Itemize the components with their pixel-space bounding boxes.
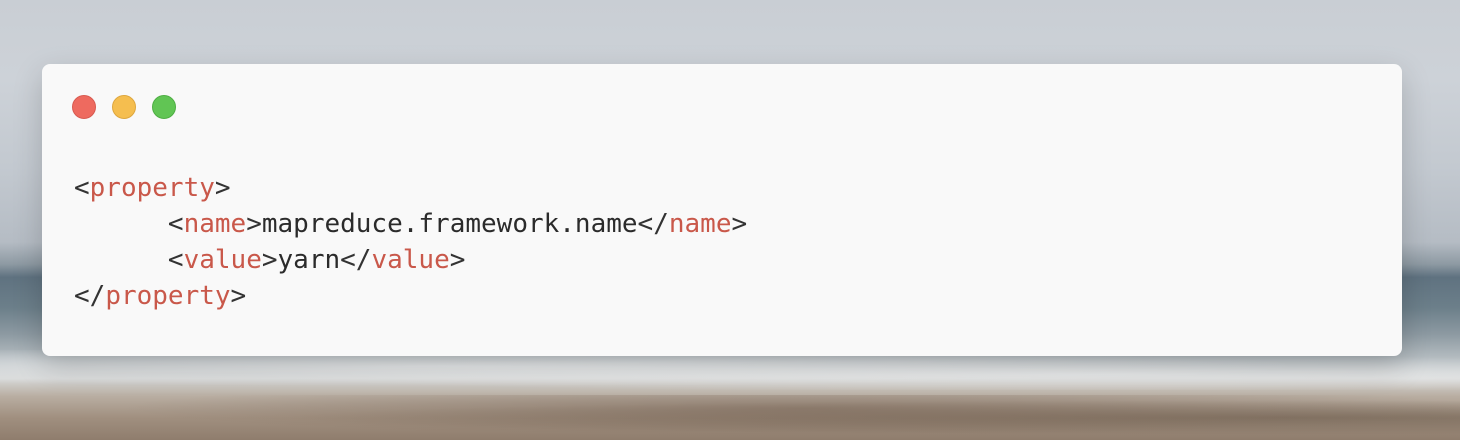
bracket: </ [74,281,106,311]
code-line: <property> [74,170,747,206]
xml-tag: name [668,209,732,239]
xml-tag: name [183,209,247,239]
code-line: </property> [74,278,747,314]
bracket: < [167,209,184,239]
bracket: > [214,173,231,203]
bracket: </ [340,245,372,275]
xml-tag: value [183,245,262,275]
bracket: < [167,245,184,275]
window-controls [72,95,176,119]
xml-value: mapreduce.framework.name [261,209,638,239]
xml-value: yarn [277,245,341,275]
xml-tag: property [105,281,231,311]
xml-tag: value [371,245,450,275]
code-line: <value>yarn</value> [74,242,747,278]
bracket: </ [637,209,669,239]
code-window: <property> <name>mapreduce.framework.nam… [42,64,1402,356]
bracket: > [731,209,748,239]
bracket: > [261,245,278,275]
code-block: <property> <name>mapreduce.framework.nam… [74,170,747,314]
bracket: > [230,281,247,311]
minimize-button[interactable] [112,95,136,119]
bracket: > [246,209,262,239]
maximize-button[interactable] [152,95,176,119]
xml-tag: property [89,173,215,203]
background-sand [0,395,1460,440]
code-line: <name>mapreduce.framework.name</name> [74,206,747,242]
bracket: < [74,173,90,203]
close-button[interactable] [72,95,96,119]
bracket: > [449,245,466,275]
background-sea-foam [0,350,1460,390]
